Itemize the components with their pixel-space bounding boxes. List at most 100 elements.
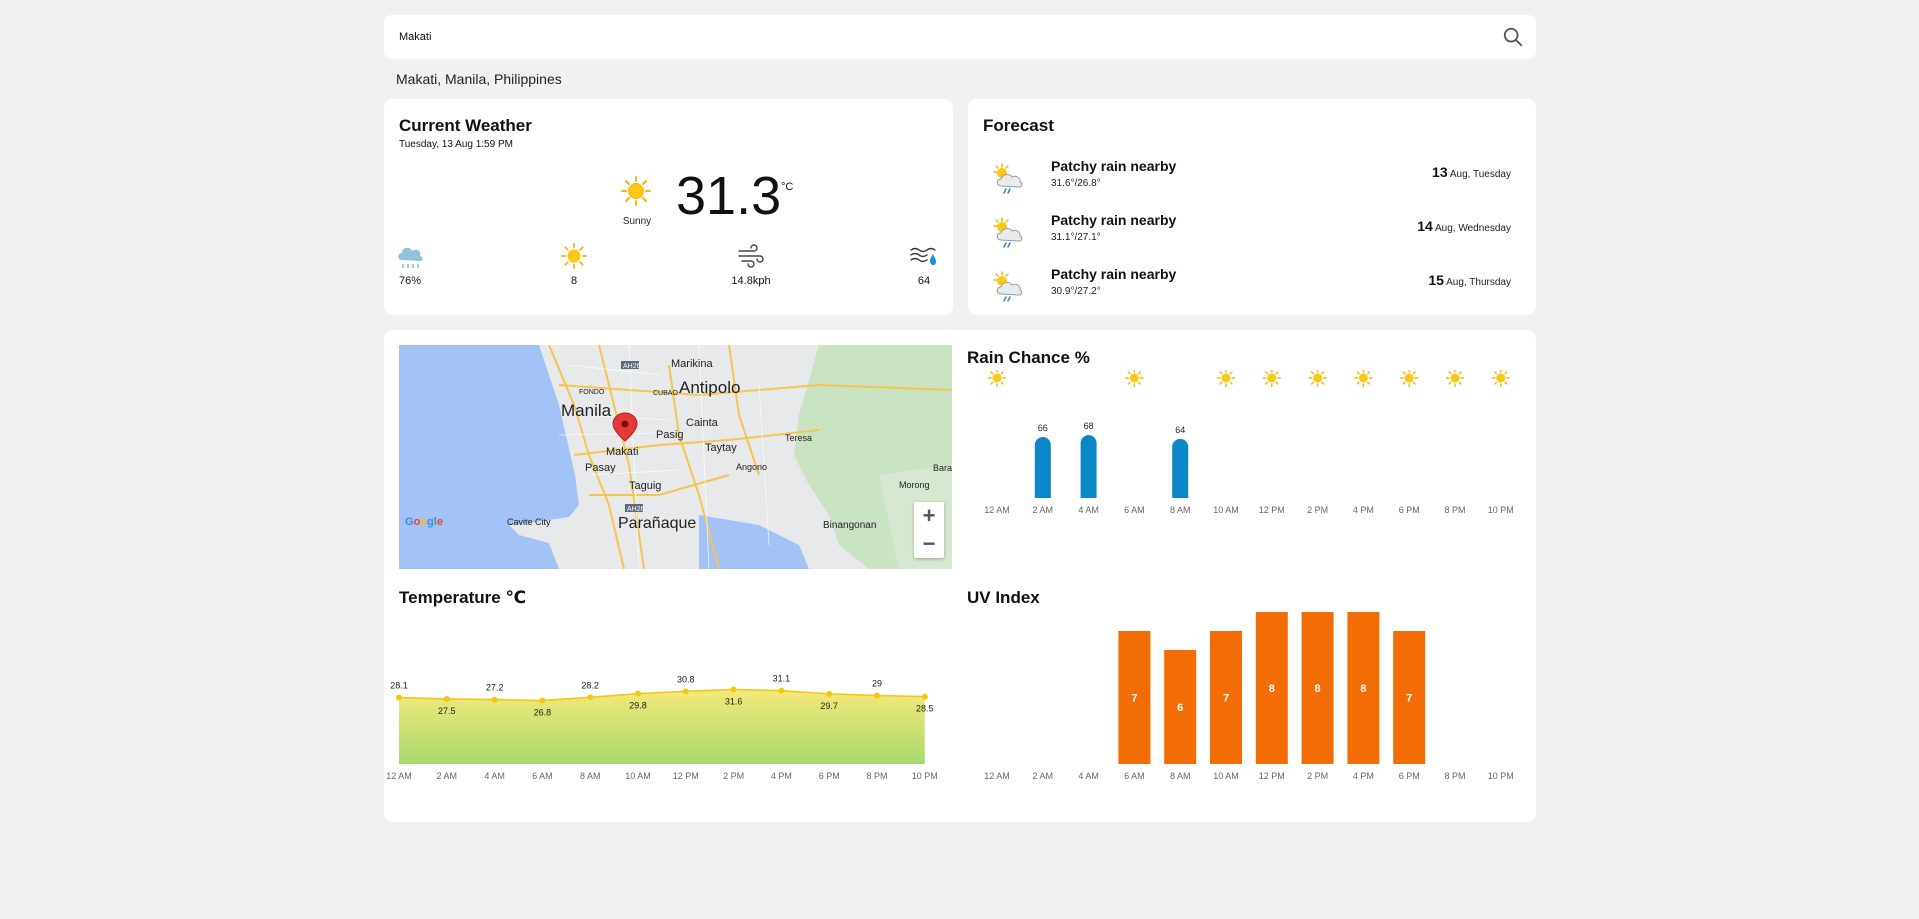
forecast-row[interactable]: Patchy rain nearby 31.1°/27.1° 14 Aug, W… <box>983 212 1523 256</box>
svg-text:AH26: AH26 <box>627 506 645 513</box>
uv-bar-label: 8 <box>1315 683 1321 695</box>
sun-icon <box>1262 370 1281 388</box>
svg-text:FONDO: FONDO <box>579 389 605 396</box>
forecast-row[interactable]: Patchy rain nearby 31.6°/26.8° 13 Aug, T… <box>983 158 1523 202</box>
uv-index-chart: 12 AM 2 AM 4 AM 7 6 AM 6 8 AM 7 10 AM 8 12 PM 8 2 PM… <box>984 612 1514 781</box>
search-bar <box>384 15 1536 59</box>
svg-text:Binangonan: Binangonan <box>823 520 876 531</box>
forecast-day: 13 <box>1432 164 1448 180</box>
zoom-in-button[interactable]: + <box>914 502 944 530</box>
uv-bar-label: 7 <box>1406 693 1412 705</box>
current-temperature: 31.3 <box>676 166 782 226</box>
temperature-tick-label: 8 AM <box>580 771 601 781</box>
svg-text:Baras: Baras <box>933 463 952 473</box>
forecast-day: 15 <box>1428 272 1444 288</box>
rain-tick-label: 2 PM <box>1307 505 1328 515</box>
temperature-tick-label: 8 PM <box>866 771 887 781</box>
rain-tick-label: 10 AM <box>1213 505 1239 515</box>
forecast-range: 31.1°/27.1° <box>1051 232 1101 243</box>
patchy-rain-icon <box>993 271 1023 302</box>
patchy-rain-icon <box>993 163 1023 194</box>
wind-stat: 14.8kph <box>721 242 781 287</box>
temperature-label: 28.2 <box>581 680 599 690</box>
rain-tick-label: 8 AM <box>1170 505 1191 515</box>
sun-icon <box>1491 370 1510 388</box>
forecast-range: 31.6°/26.8° <box>1051 178 1101 189</box>
uv-bar-label: 8 <box>1269 683 1275 695</box>
map-canvas: Marikina Antipolo Manila Cainta Pasig Ma… <box>399 345 952 569</box>
temperature-point <box>778 687 785 694</box>
temperature-point <box>730 686 737 693</box>
rain-tick-label: 6 PM <box>1399 505 1420 515</box>
rain-bar <box>1080 435 1097 498</box>
sun-icon <box>1400 370 1419 388</box>
rain-bar-label: 66 <box>1038 423 1048 433</box>
current-datetime: Tuesday, 13 Aug 1:59 PM <box>399 139 513 150</box>
uv-tick-label: 4 AM <box>1078 771 1099 781</box>
forecast-row[interactable]: Patchy rain nearby 30.9°/27.2° 15 Aug, T… <box>983 266 1523 310</box>
uv-bar-label: 8 <box>1360 683 1366 695</box>
humidity-value: 76% <box>398 275 422 287</box>
temperature-label: 27.5 <box>438 706 456 716</box>
uv-tick-label: 6 PM <box>1399 771 1420 781</box>
patchy-rain-icon <box>993 217 1023 248</box>
svg-text:Parañaque: Parañaque <box>618 515 696 532</box>
uv-tick-label: 12 AM <box>984 771 1010 781</box>
rain-tick-label: 2 AM <box>1033 505 1054 515</box>
temperature-point <box>635 690 641 697</box>
zoom-out-button[interactable]: − <box>914 530 944 558</box>
current-weather-card: Current Weather Tuesday, 13 Aug 1:59 PM … <box>384 99 953 315</box>
temperature-point <box>874 692 880 699</box>
rain-bar-base <box>1034 490 1051 498</box>
rain-bar-label: 68 <box>1084 421 1094 431</box>
sun-icon <box>621 176 651 206</box>
rain-tick-label: 10 PM <box>1488 505 1514 515</box>
temperature-point <box>396 694 402 701</box>
uv-bar-label: 7 <box>1131 693 1137 705</box>
temperature-label: 29.7 <box>820 701 838 711</box>
map-view[interactable]: Marikina Antipolo Manila Cainta Pasig Ma… <box>399 345 952 569</box>
temperature-tick-label: 2 PM <box>723 771 744 781</box>
uv-tick-label: 4 PM <box>1353 771 1374 781</box>
forecast-condition: Patchy rain nearby <box>1051 158 1177 174</box>
rain-bar-base <box>1172 490 1189 498</box>
sun-icon <box>1445 370 1465 388</box>
forecast-date: 15 Aug, Thursday <box>1428 272 1511 288</box>
search-icon[interactable] <box>1502 26 1524 48</box>
temperature-label: 29.8 <box>629 701 647 711</box>
forecast-card: Forecast Patchy rain nearby 31.6°/26.8° … <box>968 99 1536 315</box>
forecast-range: 30.9°/27.2° <box>1051 286 1101 297</box>
forecast-day: 14 <box>1417 218 1433 234</box>
uv-chart-title: UV Index <box>967 588 1040 607</box>
sun-icon <box>1216 370 1236 388</box>
search-input[interactable] <box>384 15 1536 59</box>
forecast-day-label: Aug, Tuesday <box>1449 169 1511 180</box>
uv-tick-label: 6 AM <box>1124 771 1145 781</box>
svg-text:Antipolo: Antipolo <box>679 378 740 397</box>
svg-text:CUBAO: CUBAO <box>653 390 678 397</box>
temperature-tick-label: 12 PM <box>673 771 699 781</box>
temperature-tick-label: 6 AM <box>532 771 553 781</box>
humidity-cloud-icon <box>398 247 423 268</box>
rain-tick-label: 12 AM <box>984 505 1010 515</box>
temperature-tick-label: 2 AM <box>437 771 458 781</box>
temperature-label: 31.6 <box>725 697 743 707</box>
temperature-point <box>587 694 594 701</box>
temperature-chart-title: Temperature ℃ <box>399 588 527 607</box>
svg-text:Pasig: Pasig <box>656 429 684 441</box>
temperature-point <box>921 693 928 700</box>
uv-tick-label: 2 PM <box>1307 771 1328 781</box>
forecast-day-label: Aug, Thursday <box>1446 277 1511 288</box>
forecast-date: 13 Aug, Tuesday <box>1432 164 1511 180</box>
sun-icon <box>987 370 1007 388</box>
uv-bar-label: 7 <box>1223 693 1229 705</box>
forecast-day-label: Aug, Wednesday <box>1435 223 1511 234</box>
rain-tick-label: 12 PM <box>1259 505 1285 515</box>
temperature-area <box>399 689 925 764</box>
svg-text:Cavite City: Cavite City <box>507 517 551 527</box>
humidity-stat: 76% <box>380 242 440 287</box>
wind-value: 14.8kph <box>731 275 771 287</box>
rain-tick-label: 4 PM <box>1353 505 1374 515</box>
temperature-tick-label: 4 PM <box>771 771 792 781</box>
dew-stat: 64 <box>894 242 954 287</box>
